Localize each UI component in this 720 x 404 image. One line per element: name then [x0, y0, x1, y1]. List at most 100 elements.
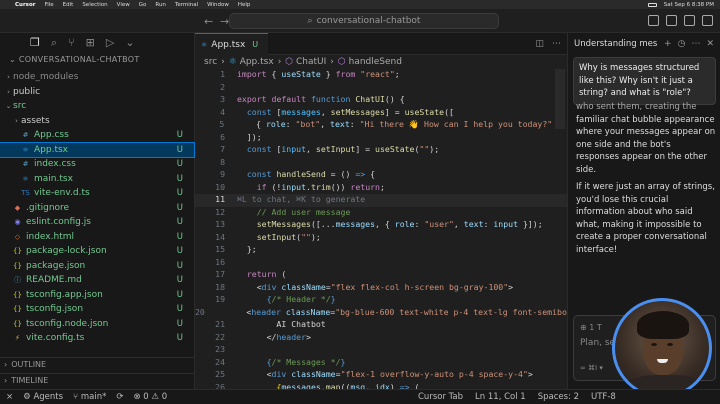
tree-item-readme-md[interactable]: ⓘ README.md U	[0, 273, 194, 288]
code-line[interactable]: 20 <header className="bg-blue-600 text-w…	[195, 307, 567, 320]
battery-icon[interactable]	[647, 2, 657, 7]
tree-item-tsconfig-node-json[interactable]: {} tsconfig.node.json U	[0, 317, 194, 332]
tree-item-public[interactable]: › public	[0, 85, 194, 100]
menu-window[interactable]: Window	[207, 2, 229, 8]
code-line[interactable]: 16	[195, 257, 567, 270]
breadcrumb-function[interactable]: ⬡ ChatUI	[285, 57, 326, 67]
code-line[interactable]: 10 if (!input.trim()) return;	[195, 182, 567, 195]
indentation[interactable]: Spaces: 2	[538, 392, 579, 402]
code-line[interactable]: 25 <div className="flex-1 overflow-y-aut…	[195, 369, 567, 382]
tree-item-index-css[interactable]: # index.css U	[0, 157, 194, 172]
tree-item-app-css[interactable]: # App.css U	[0, 128, 194, 143]
menu-app-name[interactable]: Cursor	[15, 2, 35, 8]
code-line[interactable]: 23	[195, 344, 567, 357]
files-icon[interactable]: ❐	[30, 36, 40, 50]
menu-view[interactable]: View	[117, 2, 130, 8]
code-line[interactable]: 21 AI Chatbot	[195, 319, 567, 332]
tree-item-package-lock-json[interactable]: {} package-lock.json U	[0, 244, 194, 259]
code-line[interactable]: 12 // Add user message	[195, 207, 567, 220]
code-line[interactable]: 7 const [input, setInput] = useState("")…	[195, 144, 567, 157]
tree-item-main-tsx[interactable]: ⚛ main.tsx U	[0, 172, 194, 187]
tree-item-assets[interactable]: › assets	[0, 114, 194, 129]
toggle-panel-icon[interactable]	[666, 15, 677, 26]
line-source	[225, 82, 237, 95]
code-editor[interactable]: 1 import { useState } from "react"; 2 3 expo…	[195, 69, 567, 389]
code-line[interactable]: 26 {messages.map((msg, idx) => (	[195, 382, 567, 390]
command-center-search[interactable]: ⌕ conversational-chatbot	[229, 13, 499, 29]
explorer-project-title[interactable]: ⌄ CONVERSATIONAL-CHATBOT	[9, 55, 140, 64]
chat-title[interactable]: Understanding messa	[574, 39, 657, 49]
cursor-tab-status[interactable]: Cursor Tab	[418, 392, 463, 402]
more-actions-icon[interactable]: ⋯	[552, 39, 561, 49]
code-line[interactable]: 19 {/* Header */}	[195, 294, 567, 307]
toggle-sidebar-icon[interactable]	[648, 15, 659, 26]
menu-selection[interactable]: Selection	[82, 2, 107, 8]
code-line[interactable]: 4 const [messages, setMessages] = useSta…	[195, 107, 567, 120]
source-control-icon[interactable]: ⑂	[68, 36, 75, 50]
menu-help[interactable]: Help	[238, 2, 251, 8]
code-line[interactable]: 6 ]);	[195, 132, 567, 145]
code-line[interactable]: 18 <div className="flex flex-col h-scree…	[195, 282, 567, 295]
encoding[interactable]: UTF-8	[591, 392, 616, 402]
tree-item-tsconfig-app-json[interactable]: {} tsconfig.app.json U	[0, 288, 194, 303]
timeline-section[interactable]: › TIMELINE	[0, 373, 194, 387]
menu-edit[interactable]: Edit	[63, 2, 74, 8]
chevron-down-icon[interactable]: ⌄	[125, 36, 134, 50]
split-editor-icon[interactable]: ◫	[535, 39, 544, 49]
settings-icon[interactable]	[702, 15, 713, 26]
user-question[interactable]: Why is messages structured like this? Wh…	[573, 57, 716, 105]
tree-item-package-json[interactable]: {} package.json U	[0, 259, 194, 274]
breadcrumb-src[interactable]: src	[204, 57, 217, 67]
code-line[interactable]: 11 ⌘L to chat, ⌘K to generate	[195, 194, 567, 207]
menu-file[interactable]: File	[44, 2, 53, 8]
breadcrumb-symbol[interactable]: ⬡ handleSend	[338, 57, 402, 67]
sync-icon[interactable]: ⟳	[116, 392, 123, 402]
branch-button[interactable]: ⑂ main*	[73, 392, 106, 402]
tree-item-vite-env-d-ts[interactable]: TS vite-env.d.ts U	[0, 186, 194, 201]
menu-go[interactable]: Go	[139, 2, 147, 8]
minimap[interactable]	[555, 69, 565, 129]
tree-item-vite-config-ts[interactable]: ⚡ vite.config.ts U	[0, 331, 194, 346]
code-line[interactable]: 17 return (	[195, 269, 567, 282]
tree-item-src[interactable]: ⌄ src	[0, 99, 194, 114]
breadcrumb-file[interactable]: ⚛ App.tsx	[229, 57, 274, 67]
back-arrow-icon[interactable]: ←	[204, 15, 213, 28]
code-line[interactable]: 22 </header>	[195, 332, 567, 345]
clock[interactable]: Sat Sep 6 8:38 PM	[664, 2, 714, 8]
code-line[interactable]: 2	[195, 82, 567, 95]
menu-terminal[interactable]: Terminal	[175, 2, 198, 8]
tab-app-tsx[interactable]: ⚛ App.tsx U	[195, 33, 268, 55]
problems-count[interactable]: ⊗ 0 ⚠ 0	[133, 392, 167, 402]
code-line[interactable]: 14 setInput("");	[195, 232, 567, 245]
agent-mode-selector[interactable]: ∞ ⌘I ▾	[580, 364, 603, 372]
context-chip[interactable]: ⊕ 1 T	[580, 323, 602, 332]
code-line[interactable]: 9 const handleSend = () => {	[195, 169, 567, 182]
code-line[interactable]: 24 {/* Messages */}	[195, 357, 567, 370]
close-icon[interactable]: ✕	[706, 39, 714, 49]
agents-button[interactable]: ⚙ Agents	[23, 392, 63, 402]
more-icon[interactable]: ⋯	[691, 39, 700, 49]
history-icon[interactable]: ◷	[678, 39, 686, 49]
code-line[interactable]: 15 };	[195, 244, 567, 257]
search-icon[interactable]: ⌕	[51, 36, 57, 50]
extensions-icon[interactable]: ⊞	[86, 36, 95, 50]
tree-item-eslint-config-js[interactable]: ◉ eslint.config.js U	[0, 215, 194, 230]
tree-item-app-tsx[interactable]: ⚛ App.tsx U	[0, 141, 195, 158]
tree-item--gitignore[interactable]: ◆ .gitignore U	[0, 201, 194, 216]
new-chat-icon[interactable]: +	[664, 39, 672, 49]
code-line[interactable]: 8	[195, 157, 567, 170]
outline-section[interactable]: › OUTLINE	[0, 357, 194, 371]
cursor-position[interactable]: Ln 11, Col 1	[475, 392, 526, 402]
run-debug-icon[interactable]: ▷	[106, 36, 114, 50]
code-line[interactable]: 13 setMessages([...messages, { role: "us…	[195, 219, 567, 232]
tree-item-tsconfig-json[interactable]: {} tsconfig.json U	[0, 302, 194, 317]
toggle-auxiliary-bar-icon[interactable]	[684, 15, 695, 26]
tree-item-node-modules[interactable]: › node_modules	[0, 70, 194, 85]
code-line[interactable]: 3 export default function ChatUI() {	[195, 94, 567, 107]
menu-run[interactable]: Run	[155, 2, 166, 8]
remote-icon[interactable]: ⨯	[6, 392, 13, 402]
tree-item-index-html[interactable]: ◇ index.html U	[0, 230, 194, 245]
forward-arrow-icon[interactable]: →	[220, 15, 229, 28]
code-line[interactable]: 1 import { useState } from "react";	[195, 69, 567, 82]
code-line[interactable]: 5 { role: "bot", text: "Hi there 👋 How c…	[195, 119, 567, 132]
